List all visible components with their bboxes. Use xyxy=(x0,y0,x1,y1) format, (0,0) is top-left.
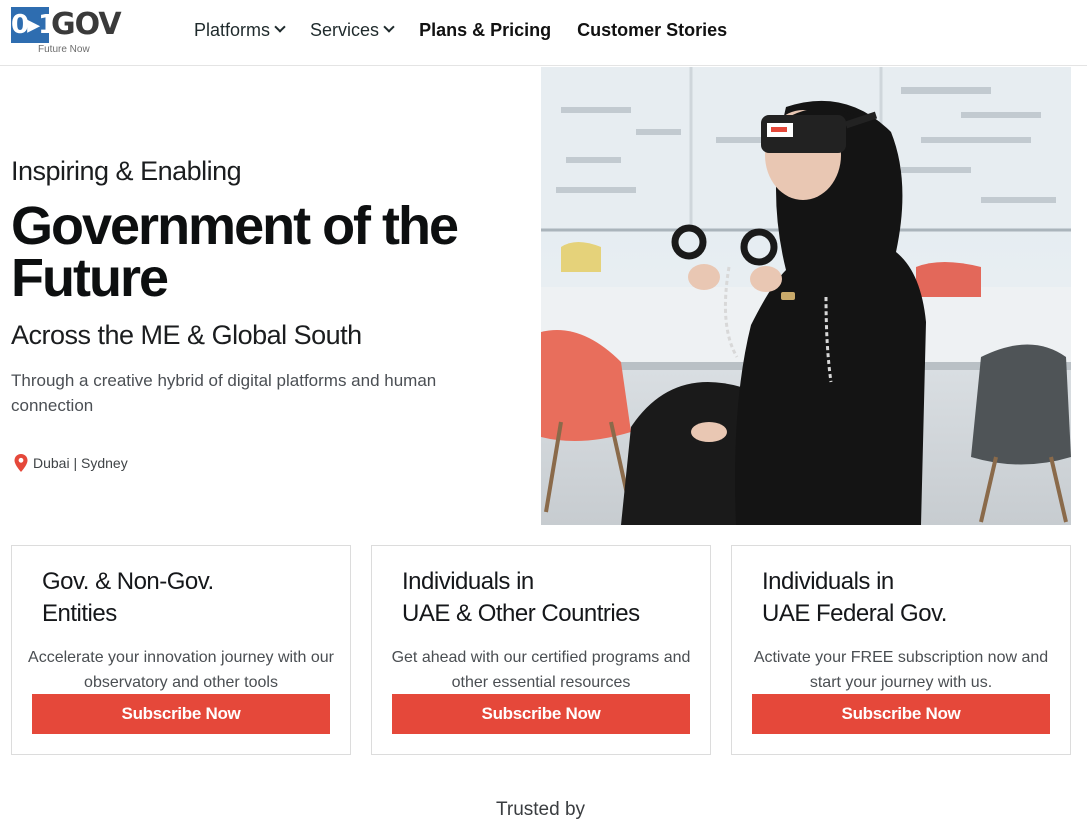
logo[interactable]: 0▸1 GOV Future Now xyxy=(11,6,126,60)
hero-title: Government of the Future xyxy=(11,196,459,308)
card-description: Get ahead with our certified programs an… xyxy=(391,649,691,691)
card-title-line1: Individuals in xyxy=(402,568,534,595)
map-pin-icon xyxy=(14,454,28,472)
nav-item-customer-stories[interactable]: Customer Stories xyxy=(577,20,727,41)
card-title: Individuals in UAE & Other Countries xyxy=(402,566,692,630)
chevron-down-icon xyxy=(383,21,395,33)
nav-item-label: Customer Stories xyxy=(577,19,728,40)
nav-item-services[interactable]: Services xyxy=(310,19,395,41)
nav-item-label: Platforms xyxy=(194,19,271,40)
logo-text: GOV xyxy=(51,7,122,42)
site-header: 0▸1 GOV Future Now Platforms Services Pl… xyxy=(0,0,1087,66)
card-title: Individuals in UAE Federal Gov. xyxy=(762,566,1052,630)
card-description: Accelerate your innovation journey with … xyxy=(28,649,334,691)
logo-mark: 0▸1 xyxy=(11,7,56,43)
card-title-line2: UAE Federal Gov. xyxy=(762,600,947,627)
nav-item-platforms[interactable]: Platforms xyxy=(194,19,286,41)
plan-card-entities: Gov. & Non-Gov. Entities Accelerate your… xyxy=(11,545,351,755)
hero-description: Through a creative hybrid of digital pla… xyxy=(11,371,437,415)
subscribe-now-button[interactable]: Subscribe Now xyxy=(752,694,1050,734)
plan-card-federal-gov: Individuals in UAE Federal Gov. Activate… xyxy=(731,545,1071,755)
hero-image xyxy=(541,67,1071,525)
chevron-down-icon xyxy=(274,21,286,33)
main-nav: Platforms Services Plans & Pricing Custo… xyxy=(194,17,753,43)
nav-item-label: Services xyxy=(310,19,380,40)
card-title-line2: UAE & Other Countries xyxy=(402,600,640,627)
card-description: Activate your FREE subscription now and … xyxy=(753,649,1049,691)
location: Dubai | Sydney xyxy=(14,454,128,472)
logo-tagline: Future Now xyxy=(38,44,90,55)
plan-card-individuals-uae: Individuals in UAE & Other Countries Get… xyxy=(371,545,711,755)
nav-item-label: Plans & Pricing xyxy=(419,19,552,40)
hero-eyebrow: Inspiring & Enabling xyxy=(11,156,242,186)
card-title: Gov. & Non-Gov. Entities xyxy=(42,566,332,630)
subscribe-now-button[interactable]: Subscribe Now xyxy=(32,694,330,734)
trusted-by-heading: Trusted by xyxy=(495,799,586,820)
location-text: Dubai | Sydney xyxy=(33,455,128,471)
hero-subtitle: Across the ME & Global South xyxy=(11,320,362,350)
vr-headset-photo-icon xyxy=(541,67,1071,525)
card-title-line2: Entities xyxy=(42,600,117,627)
card-title-line1: Individuals in xyxy=(762,568,894,595)
card-title-line1: Gov. & Non-Gov. xyxy=(42,568,214,595)
nav-item-plans-pricing[interactable]: Plans & Pricing xyxy=(419,20,551,41)
subscribe-now-button[interactable]: Subscribe Now xyxy=(392,694,690,734)
